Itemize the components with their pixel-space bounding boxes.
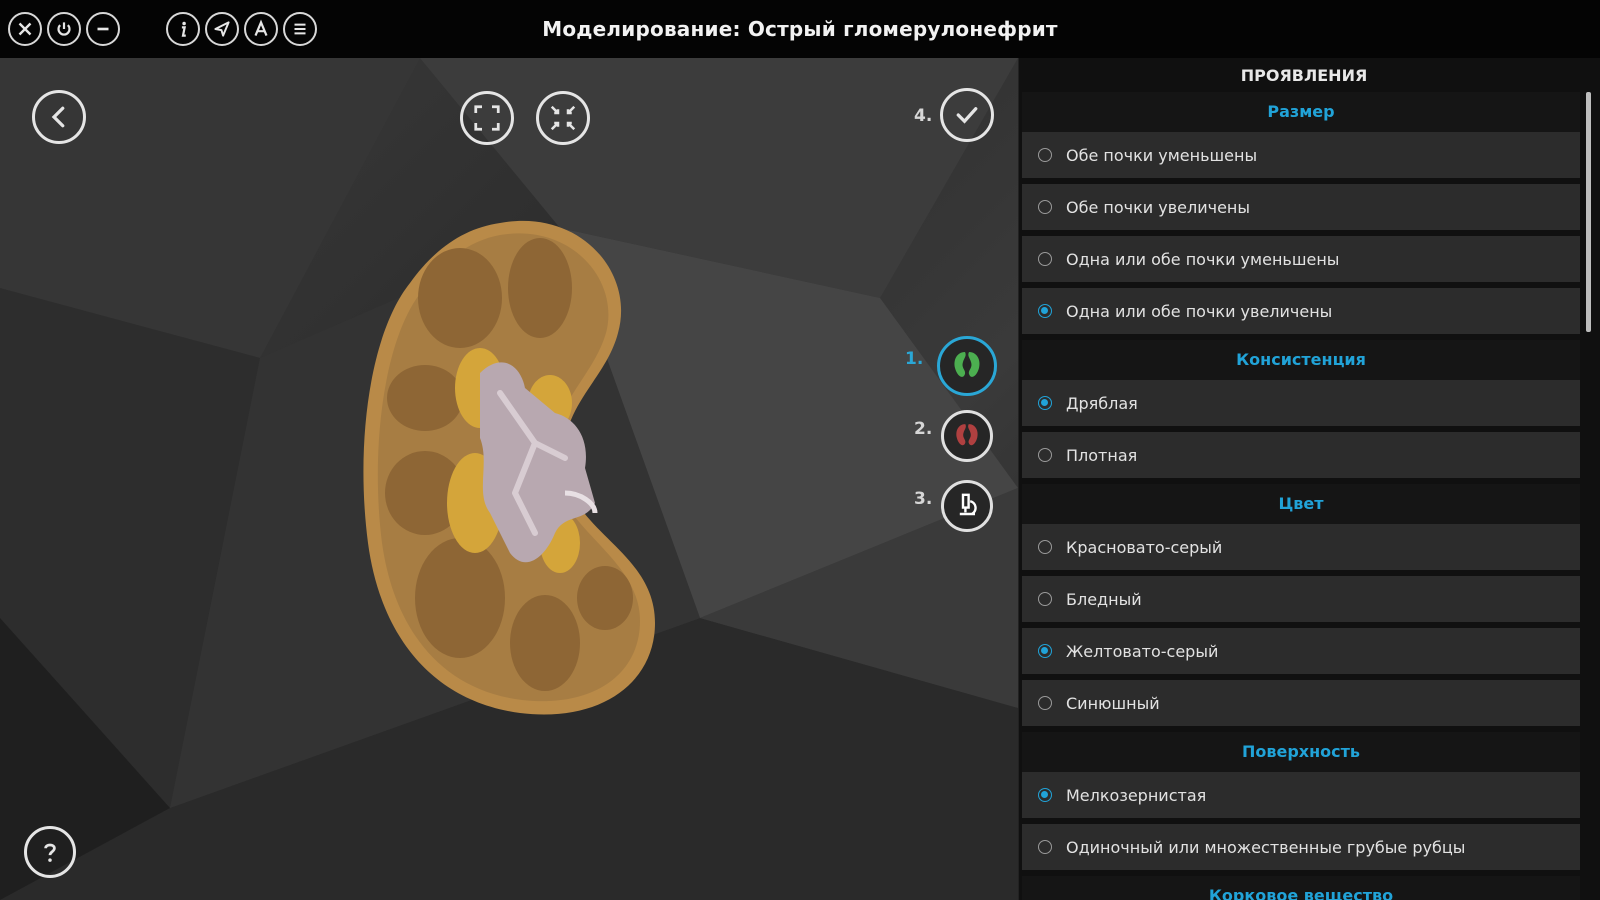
option-row[interactable]: Мелкозернистая	[1022, 772, 1580, 818]
radio-button[interactable]	[1038, 540, 1052, 554]
radio-button[interactable]	[1038, 592, 1052, 606]
confirm-step-label: 4.	[914, 106, 933, 126]
option-row[interactable]: Обе почки увеличены	[1022, 184, 1580, 230]
section-header: Размер	[1022, 92, 1580, 132]
option-label: Дряблая	[1066, 393, 1138, 413]
radio-button[interactable]	[1038, 696, 1052, 710]
model-viewport[interactable]: 4. 1. 2. 3.	[0, 58, 1018, 900]
option-label: Одна или обе почки увеличены	[1066, 301, 1333, 321]
confirm-button[interactable]	[940, 88, 994, 142]
option-row[interactable]: Желтовато-серый	[1022, 628, 1580, 674]
manifestations-panel: ПРОЯВЛЕНИЯ Размер Обе почки уменьшены Обе …	[1018, 58, 1600, 900]
option-row[interactable]: Красновато-серый	[1022, 524, 1580, 570]
option-row[interactable]: Плотная	[1022, 432, 1580, 478]
option-row[interactable]: Одна или обе почки уменьшены	[1022, 236, 1580, 282]
options-list: Размер Обе почки уменьшены Обе почки увели…	[1022, 92, 1580, 900]
radio-button[interactable]	[1038, 200, 1052, 214]
microscope-icon	[959, 493, 977, 516]
option-label: Синюшный	[1066, 693, 1160, 713]
option-label: Одна или обе почки уменьшены	[1066, 249, 1340, 269]
option-label: Обе почки увеличены	[1066, 197, 1250, 217]
kidney-icon	[956, 424, 978, 446]
section-header: Поверхность	[1022, 732, 1580, 772]
radio-button[interactable]	[1038, 840, 1052, 854]
option-label: Одиночный или множественные грубые рубцы	[1066, 837, 1466, 857]
kidney-icon	[954, 352, 980, 377]
back-button[interactable]	[32, 90, 86, 144]
expand-icon	[474, 105, 500, 131]
option-row[interactable]: Синюшный	[1022, 680, 1580, 726]
kidney-model[interactable]	[350, 213, 680, 723]
help-button[interactable]	[24, 826, 76, 878]
option-row[interactable]: Одиночный или множественные грубые рубцы	[1022, 824, 1580, 870]
title-bar: Моделирование: Острый гломерулонефрит	[0, 0, 1600, 58]
radio-button[interactable]	[1038, 148, 1052, 162]
option-row[interactable]: Бледный	[1022, 576, 1580, 622]
radio-button[interactable]	[1038, 644, 1052, 658]
expand-button[interactable]	[460, 91, 514, 145]
option-label: Обе почки уменьшены	[1066, 145, 1258, 165]
radio-button[interactable]	[1038, 788, 1052, 802]
radio-button[interactable]	[1038, 304, 1052, 318]
option-row[interactable]: Обе почки уменьшены	[1022, 132, 1580, 178]
radio-button[interactable]	[1038, 252, 1052, 266]
panel-scrollbar[interactable]	[1586, 92, 1591, 332]
option-label: Мелкозернистая	[1066, 785, 1207, 805]
radio-button[interactable]	[1038, 396, 1052, 410]
option-label: Желтовато-серый	[1066, 641, 1219, 661]
step-3-label: 3.	[914, 489, 933, 509]
panel-title: ПРОЯВЛЕНИЯ	[1240, 66, 1368, 85]
step-1-button[interactable]	[937, 336, 997, 396]
step-1-label: 1.	[905, 349, 924, 369]
step-2-label: 2.	[914, 419, 933, 439]
section-header: Корковое вещество	[1022, 876, 1580, 900]
check-icon	[956, 107, 978, 124]
option-label: Плотная	[1066, 445, 1138, 465]
step-2-button[interactable]	[941, 410, 993, 462]
option-label: Красновато-серый	[1066, 537, 1223, 557]
fit-button[interactable]	[536, 91, 590, 145]
option-label: Бледный	[1066, 589, 1142, 609]
step-3-button[interactable]	[941, 480, 993, 532]
section-header: Консистенция	[1022, 340, 1580, 380]
app-title: Моделирование: Острый гломерулонефрит	[542, 17, 1058, 41]
section-header: Цвет	[1022, 484, 1580, 524]
radio-button[interactable]	[1038, 448, 1052, 462]
help-icon	[44, 843, 56, 862]
option-row[interactable]: Дряблая	[1022, 380, 1580, 426]
option-row[interactable]: Одна или обе почки увеличены	[1022, 288, 1580, 334]
fit-icon	[550, 105, 576, 131]
